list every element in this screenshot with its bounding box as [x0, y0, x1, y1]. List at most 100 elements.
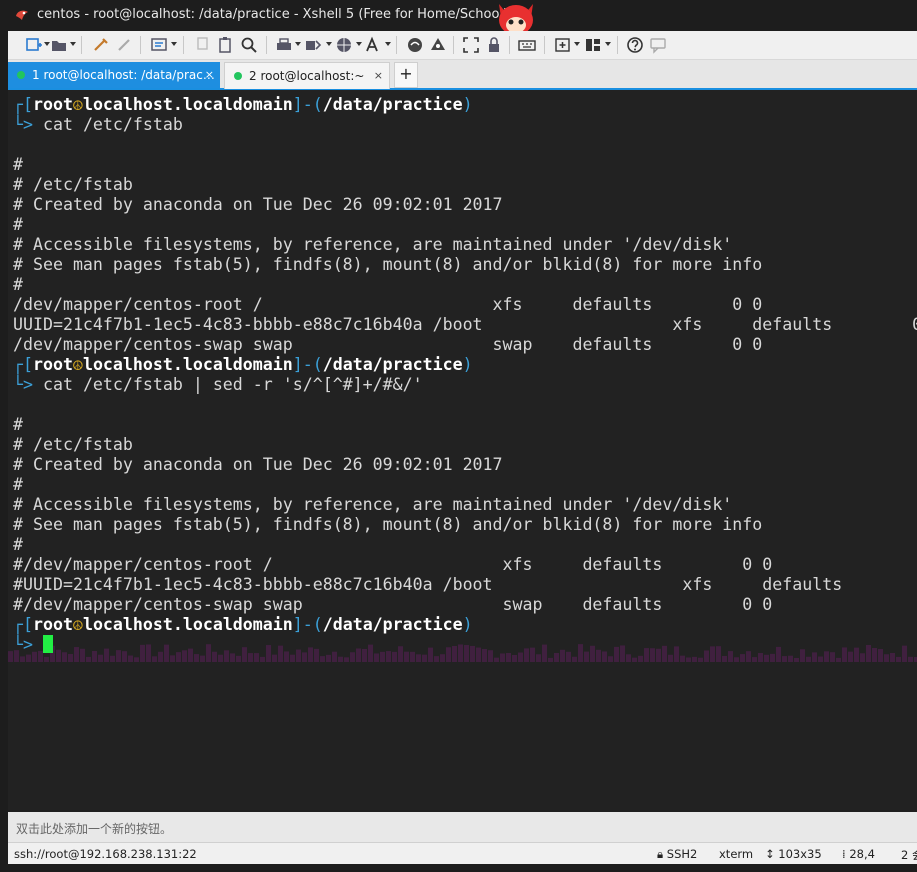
output-line: # [13, 215, 23, 234]
keyboard-icon[interactable] [518, 36, 536, 54]
prompt-bracket: ┌[ [13, 615, 33, 634]
tab-close-icon[interactable]: × [374, 63, 383, 89]
output-line: # [13, 155, 23, 174]
output-line: # Created by anaconda on Tue Dec 26 09:0… [13, 455, 503, 474]
output-line: UUID=21c4f7b1-1ec5-4c83-bbbb-e88c7c16b40… [13, 315, 917, 334]
protocol-label: SSH2 [666, 847, 698, 861]
command-line: └> cat /etc/fstab | sed -r 's/^[^#]+/#&/… [13, 375, 423, 395]
window-left-border [0, 31, 8, 864]
tab-label: 1 root@localhost: /data/prac… [32, 68, 215, 82]
tab-close-icon[interactable]: × [205, 62, 214, 88]
output-line: # [13, 275, 23, 294]
prompt-host: localhost.localdomain [82, 615, 293, 634]
xftp-icon[interactable] [406, 36, 424, 54]
print-icon[interactable] [275, 36, 293, 54]
new-session-icon[interactable] [25, 36, 43, 54]
prompt-at-symbol: ☮ [72, 615, 83, 634]
cursor-position: ⁞ 28,4 [842, 847, 875, 861]
protocol-status: 🔒︎ SSH2 [657, 847, 697, 862]
lock-icon[interactable] [485, 36, 503, 54]
prompt-host: localhost.localdomain [82, 355, 293, 374]
terminal-size: ↕ 103x35 [765, 847, 822, 861]
copy-icon[interactable] [194, 36, 212, 54]
tab-session-2[interactable]: 2 root@localhost:~ × [224, 62, 390, 89]
output-line: # See man pages fstab(5), findfs(8), mou… [13, 515, 763, 534]
command-text: cat /etc/fstab | sed -r 's/^[^#]+/#&/' [42, 375, 423, 394]
prompt-user: root [32, 615, 73, 634]
cursor-position-label: 28,4 [849, 847, 875, 861]
prompt-separator: ]-( [292, 615, 323, 634]
prompt-host: localhost.localdomain [82, 95, 293, 114]
audio-visualizer-decoration [8, 644, 917, 662]
help-icon[interactable] [626, 36, 644, 54]
prompt-close: ) [462, 355, 473, 374]
prompt-line: ┌[root☮localhost.localdomain]-(/data/pra… [13, 355, 473, 375]
paste-icon[interactable] [217, 36, 235, 54]
tab-session-1[interactable]: 1 root@localhost: /data/prac… × [8, 62, 220, 88]
output-line: /dev/mapper/centos-root / xfs defaults 0… [13, 295, 763, 314]
output-line: /dev/mapper/centos-swap swap swap defaul… [13, 335, 763, 354]
connection-address: ssh://root@192.168.238.131:22 [14, 847, 197, 861]
open-folder-icon[interactable] [50, 36, 68, 54]
prompt-path: /data/practice [322, 355, 463, 374]
prompt-close: ) [462, 95, 473, 114]
session-count: 2 会 [901, 848, 917, 862]
prompt-separator: ]-( [292, 95, 323, 114]
prompt-path: /data/practice [322, 95, 463, 114]
window-bottom-border [0, 864, 917, 872]
prompt-user: root [32, 355, 73, 374]
connected-status-icon [234, 72, 242, 80]
output-line: # [13, 475, 23, 494]
session-tab-bar: 1 root@localhost: /data/prac… × 2 root@l… [8, 60, 917, 90]
fullscreen-icon[interactable] [462, 36, 480, 54]
prompt-at-symbol: ☮ [72, 355, 83, 374]
cursor-icon: ⁞ [842, 847, 846, 861]
lock-icon: 🔒︎ [657, 847, 664, 861]
output-line: # /etc/fstab [13, 175, 133, 194]
status-bar: ssh://root@192.168.238.131:22 🔒︎ SSH2 xt… [8, 842, 917, 865]
terminal-cursor [42, 635, 53, 653]
properties-icon[interactable] [150, 36, 168, 54]
output-line: # Accessible filesystems, by reference, … [13, 495, 733, 514]
output-line: #/dev/mapper/centos-swap swap swap defau… [13, 595, 773, 614]
quick-command-hint: 双击此处添加一个新的按钮。 [16, 822, 173, 836]
xshell-app-icon[interactable] [14, 7, 30, 23]
terminal-type: xterm [719, 847, 754, 861]
tab-label: 2 root@localhost:~ [249, 69, 365, 83]
new-tab-button[interactable]: + [394, 62, 418, 88]
xmanager-icon[interactable] [429, 36, 447, 54]
command-text: cat /etc/fstab [42, 115, 183, 134]
resize-icon: ↕ [765, 847, 775, 861]
output-line: #/dev/mapper/centos-root / xfs defaults … [13, 555, 773, 574]
terminal-area[interactable]: ┌[root☮localhost.localdomain]-(/data/pra… [8, 90, 917, 810]
prompt-path: /data/practice [322, 615, 463, 634]
reconnect-icon[interactable] [92, 36, 110, 54]
output-line: # [13, 415, 23, 434]
prompt-close: ) [462, 615, 473, 634]
title-bar: centos - root@localhost: /data/practice … [0, 0, 917, 49]
prompt-line: ┌[root☮localhost.localdomain]-(/data/pra… [13, 615, 473, 635]
prompt-arrow: └> [13, 635, 33, 654]
connected-status-icon [17, 71, 25, 79]
prompt-bracket: ┌[ [13, 95, 33, 114]
disconnect-icon[interactable] [116, 36, 134, 54]
prompt-bracket: ┌[ [13, 355, 33, 374]
output-line: # [13, 535, 23, 554]
output-line: # /etc/fstab [13, 435, 133, 454]
add-tab-icon[interactable] [554, 36, 572, 54]
find-icon[interactable] [240, 36, 258, 54]
globe-icon[interactable] [335, 36, 353, 54]
main-toolbar [8, 31, 917, 60]
prompt-arrow: └> [13, 115, 33, 134]
output-line: # Created by anaconda on Tue Dec 26 09:0… [13, 195, 503, 214]
output-line: #UUID=21c4f7b1-1ec5-4c83-bbbb-e88c7c16b4… [13, 575, 843, 594]
prompt-arrow: └> [13, 375, 33, 394]
transfer-icon[interactable] [304, 36, 322, 54]
command-line: └> cat /etc/fstab [13, 115, 183, 135]
chat-icon[interactable] [649, 36, 667, 54]
command-line: └> [13, 635, 53, 655]
prompt-line: ┌[root☮localhost.localdomain]-(/data/pra… [13, 95, 473, 115]
quick-command-bar[interactable]: 双击此处添加一个新的按钮。 [8, 812, 917, 842]
font-icon[interactable] [364, 36, 382, 54]
layout-icon[interactable] [584, 36, 602, 54]
